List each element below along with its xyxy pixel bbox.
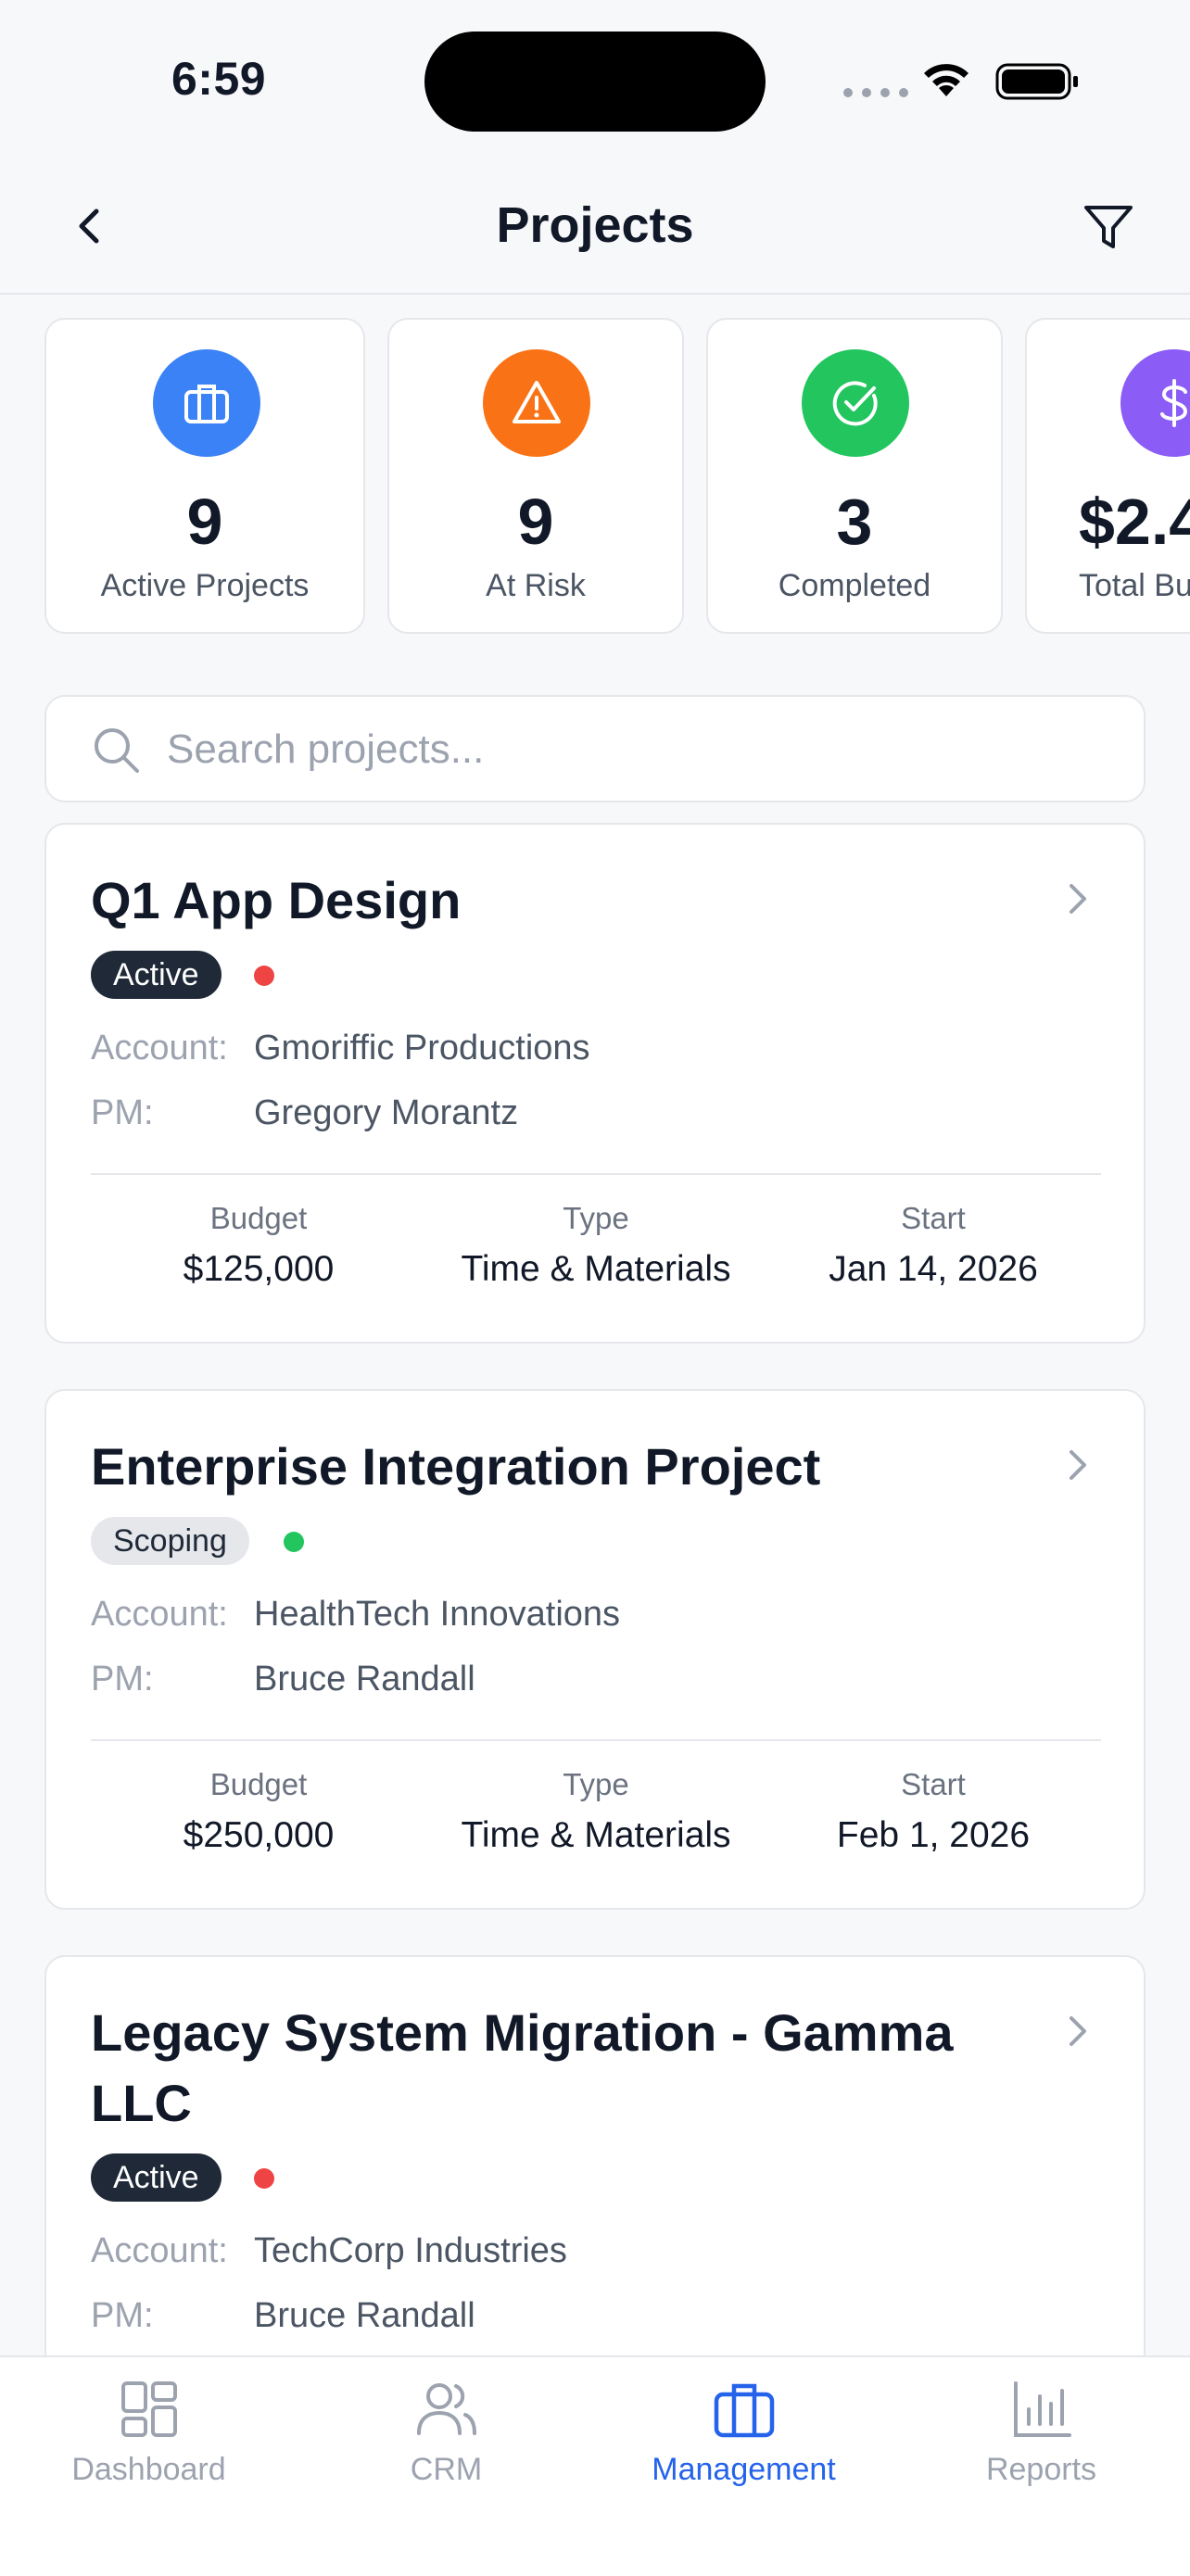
start-label: Start (901, 1767, 966, 1801)
type-value: Time & Materials (461, 1249, 731, 1289)
status-badge: Scoping (91, 1517, 249, 1565)
tab-label: Dashboard (71, 2452, 226, 2487)
status-time: 6:59 (171, 53, 267, 105)
pm-value: Bruce Randall (254, 1660, 475, 1698)
tab-label: Reports (985, 2452, 1097, 2487)
dollar-icon (1120, 349, 1190, 457)
stat-value: 9 (186, 486, 223, 558)
budget-column: Budget $125,000 (92, 1201, 425, 1290)
start-value: Jan 14, 2026 (829, 1249, 1038, 1289)
stat-card-completed[interactable]: 3 Completed (706, 318, 1003, 634)
chevron-right-icon (1070, 2016, 1086, 2046)
page-title: Projects (496, 197, 694, 253)
tab-reports[interactable]: Reports (892, 2376, 1190, 2506)
users-icon (416, 2383, 476, 2435)
project-title: Enterprise Integration Project (91, 1437, 821, 1496)
account-value: TechCorp Industries (254, 2231, 567, 2270)
check-circle-icon (802, 349, 909, 457)
type-value: Time & Materials (461, 1815, 731, 1855)
budget-value: $250,000 (183, 1815, 335, 1855)
project-title: Legacy System Migration - Gamma LLC (91, 2003, 954, 2132)
pm-label: PM: (91, 2296, 154, 2335)
status-bar: 6:59 (0, 0, 1190, 158)
briefcase-icon (714, 2383, 774, 2438)
health-indicator-dot (284, 1532, 304, 1552)
stats-carousel[interactable]: 9 Active Projects 9 At Risk 3 Completed … (44, 318, 1190, 638)
account-value: Gmoriffic Productions (254, 1029, 590, 1067)
stat-value: 3 (836, 486, 873, 558)
budget-value: $125,000 (183, 1249, 335, 1289)
pm-value: Bruce Randall (254, 2296, 475, 2335)
filter-button[interactable] (1081, 200, 1136, 256)
status-badge: Active (91, 951, 222, 999)
stat-label: Active Projects (100, 568, 310, 603)
status-badge: Active (91, 2153, 222, 2202)
stat-label: Completed (778, 568, 931, 603)
tab-management[interactable]: Management (595, 2376, 892, 2506)
tab-bar: Dashboard CRM Management Reports (0, 2355, 1190, 2576)
bar-chart-icon (1013, 2381, 1071, 2437)
search-input[interactable] (165, 719, 1095, 780)
stat-label: At Risk (486, 568, 586, 603)
budget-column: Budget $250,000 (92, 1767, 425, 1856)
battery-icon (995, 63, 1078, 100)
tab-label: Management (652, 2452, 836, 2487)
pm-value: Gregory Morantz (254, 1093, 519, 1132)
navigation-bar: Projects (0, 158, 1190, 295)
search-bar (44, 695, 1146, 802)
stat-label: Total Bu (1079, 568, 1190, 603)
tab-dashboard[interactable]: Dashboard (0, 2376, 298, 2506)
project-title: Q1 App Design (91, 871, 462, 929)
chevron-right-icon (1070, 884, 1086, 914)
warning-icon (483, 349, 590, 457)
search-icon (95, 728, 139, 773)
wifi-icon (924, 64, 968, 96)
project-card[interactable]: Enterprise Integration Project Scoping A… (44, 1389, 1146, 1910)
health-indicator-dot (254, 966, 274, 986)
start-column: Start Jan 14, 2026 (766, 1201, 1100, 1290)
type-column: Type Time & Materials (429, 1767, 763, 1856)
chevron-right-icon (1070, 1450, 1086, 1480)
account-label: Account: (91, 1029, 228, 1067)
health-indicator-dot (254, 2168, 274, 2189)
stat-card-active-projects[interactable]: 9 Active Projects (44, 318, 365, 634)
start-label: Start (901, 1201, 966, 1235)
cellular-signal-icon (843, 88, 908, 97)
pm-label: PM: (91, 1093, 154, 1132)
dynamic-island (424, 32, 766, 132)
type-label: Type (563, 1767, 629, 1801)
start-column: Start Feb 1, 2026 (766, 1767, 1100, 1856)
account-label: Account: (91, 2231, 228, 2270)
stat-value: $2.4 (1079, 486, 1190, 558)
pm-label: PM: (91, 1660, 154, 1698)
type-label: Type (563, 1201, 629, 1235)
briefcase-icon (153, 349, 260, 457)
budget-label: Budget (209, 1767, 308, 1801)
tab-crm[interactable]: CRM (298, 2376, 595, 2506)
stat-card-at-risk[interactable]: 9 At Risk (387, 318, 684, 634)
divider (91, 1739, 1101, 1741)
account-value: HealthTech Innovations (254, 1595, 621, 1634)
tab-label: CRM (410, 2452, 483, 2487)
divider (91, 1173, 1101, 1175)
project-card[interactable]: Q1 App Design Active Account: Gmoriffic … (44, 823, 1146, 1344)
stat-value: 9 (517, 486, 554, 558)
dashboard-icon (120, 2381, 177, 2437)
budget-label: Budget (209, 1201, 308, 1235)
account-label: Account: (91, 1595, 228, 1634)
type-column: Type Time & Materials (429, 1201, 763, 1290)
stat-card-total-budget[interactable]: $2.4 Total Bu (1025, 318, 1190, 634)
start-value: Feb 1, 2026 (836, 1815, 1031, 1855)
